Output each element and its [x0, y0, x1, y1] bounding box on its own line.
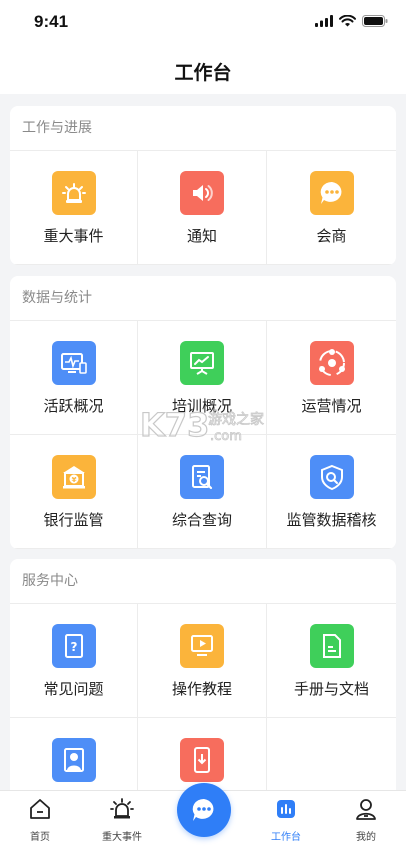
- svg-text:¥: ¥: [71, 476, 76, 484]
- grid-item-contact[interactable]: [10, 718, 138, 799]
- alarm-light-icon: [110, 798, 134, 819]
- grid-item-label: 活跃概况: [43, 397, 104, 415]
- svg-text:?: ?: [70, 640, 77, 654]
- home-icon: [30, 799, 50, 819]
- tab-label: 我的: [356, 832, 376, 843]
- chat-bubble-icon: [192, 798, 214, 821]
- person-icon: [356, 799, 376, 820]
- chat-bubble-icon: [309, 171, 354, 215]
- alarm-light-icon: [51, 171, 96, 215]
- grid-item-tutorial[interactable]: 操作教程: [138, 604, 267, 718]
- bank-yuan-icon: ¥: [51, 455, 96, 499]
- grid-item-activity-overview[interactable]: 活跃概况: [10, 321, 138, 435]
- grid-item-label: 通知: [186, 227, 217, 245]
- grid-item-manuals[interactable]: 手册与文档: [267, 604, 396, 718]
- grid-item-label: 重大事件: [43, 227, 104, 245]
- presentation-chart-icon: [180, 341, 224, 385]
- document-icon: [309, 624, 354, 668]
- bar-chart-icon: [277, 800, 295, 818]
- grid-item-bank-supervision[interactable]: ¥ 银行监管: [10, 435, 138, 549]
- grid-item-label: 综合查询: [171, 511, 232, 529]
- grid-item-notice[interactable]: 通知: [138, 151, 267, 265]
- svg-text:游戏之家: 游戏之家: [208, 411, 264, 428]
- section-title: 数据与统计: [10, 276, 396, 321]
- grid-item-label: 手册与文档: [293, 680, 369, 698]
- grid-item-label: 银行监管: [43, 511, 104, 529]
- section-title: 服务中心: [10, 559, 396, 604]
- wifi-icon: [339, 15, 356, 27]
- user-contact-icon: [51, 738, 96, 782]
- battery-icon: [362, 15, 388, 27]
- grid-item-faq[interactable]: ? 常见问题: [10, 604, 138, 718]
- question-doc-icon: ?: [51, 624, 96, 668]
- monitor-pulse-icon: [51, 341, 96, 385]
- grid-item-label: 常见问题: [43, 680, 104, 698]
- tab-home[interactable]: 首页: [10, 791, 70, 853]
- svg-text:.com: .com: [210, 429, 242, 444]
- watermark-logo: K73 游戏之家 .com: [138, 398, 278, 448]
- tab-label: 重大事件: [102, 832, 142, 843]
- grid-item-operations[interactable]: 运营情况: [267, 321, 396, 435]
- svg-text:K73: K73: [140, 406, 209, 444]
- grid-item-comprehensive-query[interactable]: 综合查询: [138, 435, 267, 549]
- tab-label: 首页: [30, 832, 50, 843]
- grid-item-label: 运营情况: [301, 397, 362, 415]
- document-search-icon: [180, 455, 224, 499]
- section-work-progress: 工作与进展 重大事件 通知 会商: [10, 106, 396, 265]
- shield-search-icon: [309, 455, 354, 499]
- status-icons: [315, 15, 388, 27]
- tab-major-events[interactable]: 重大事件: [92, 791, 152, 853]
- phone-download-icon: [180, 738, 224, 782]
- grid-item-major-events[interactable]: 重大事件: [10, 151, 138, 265]
- signal-icon: [315, 15, 333, 27]
- grid-item-label: 监管数据稽核: [286, 511, 377, 529]
- center-chat-button[interactable]: [177, 783, 231, 837]
- grid-item-label: 操作教程: [171, 680, 232, 698]
- page-title: 工作台: [174, 62, 232, 84]
- grid-item-consult[interactable]: 会商: [267, 151, 396, 265]
- grid-item-data-audit[interactable]: 监管数据稽核: [267, 435, 396, 549]
- grid-item-label: 会商: [316, 227, 347, 245]
- tab-mine[interactable]: 我的: [336, 791, 396, 853]
- grid-item-empty: [267, 718, 396, 799]
- tab-workbench[interactable]: 工作台: [256, 791, 316, 853]
- video-play-icon: [180, 624, 224, 668]
- share-nodes-icon: [309, 341, 354, 385]
- status-time: 9:41: [34, 12, 69, 31]
- status-bar: 9:41: [0, 0, 406, 46]
- tab-label: 工作台: [271, 832, 301, 843]
- speaker-icon: [180, 171, 224, 215]
- nav-bar: 工作台: [0, 46, 406, 94]
- section-service-center: 服务中心 ? 常见问题 操作教程 手册与文档: [10, 559, 396, 799]
- section-title: 工作与进展: [10, 106, 396, 151]
